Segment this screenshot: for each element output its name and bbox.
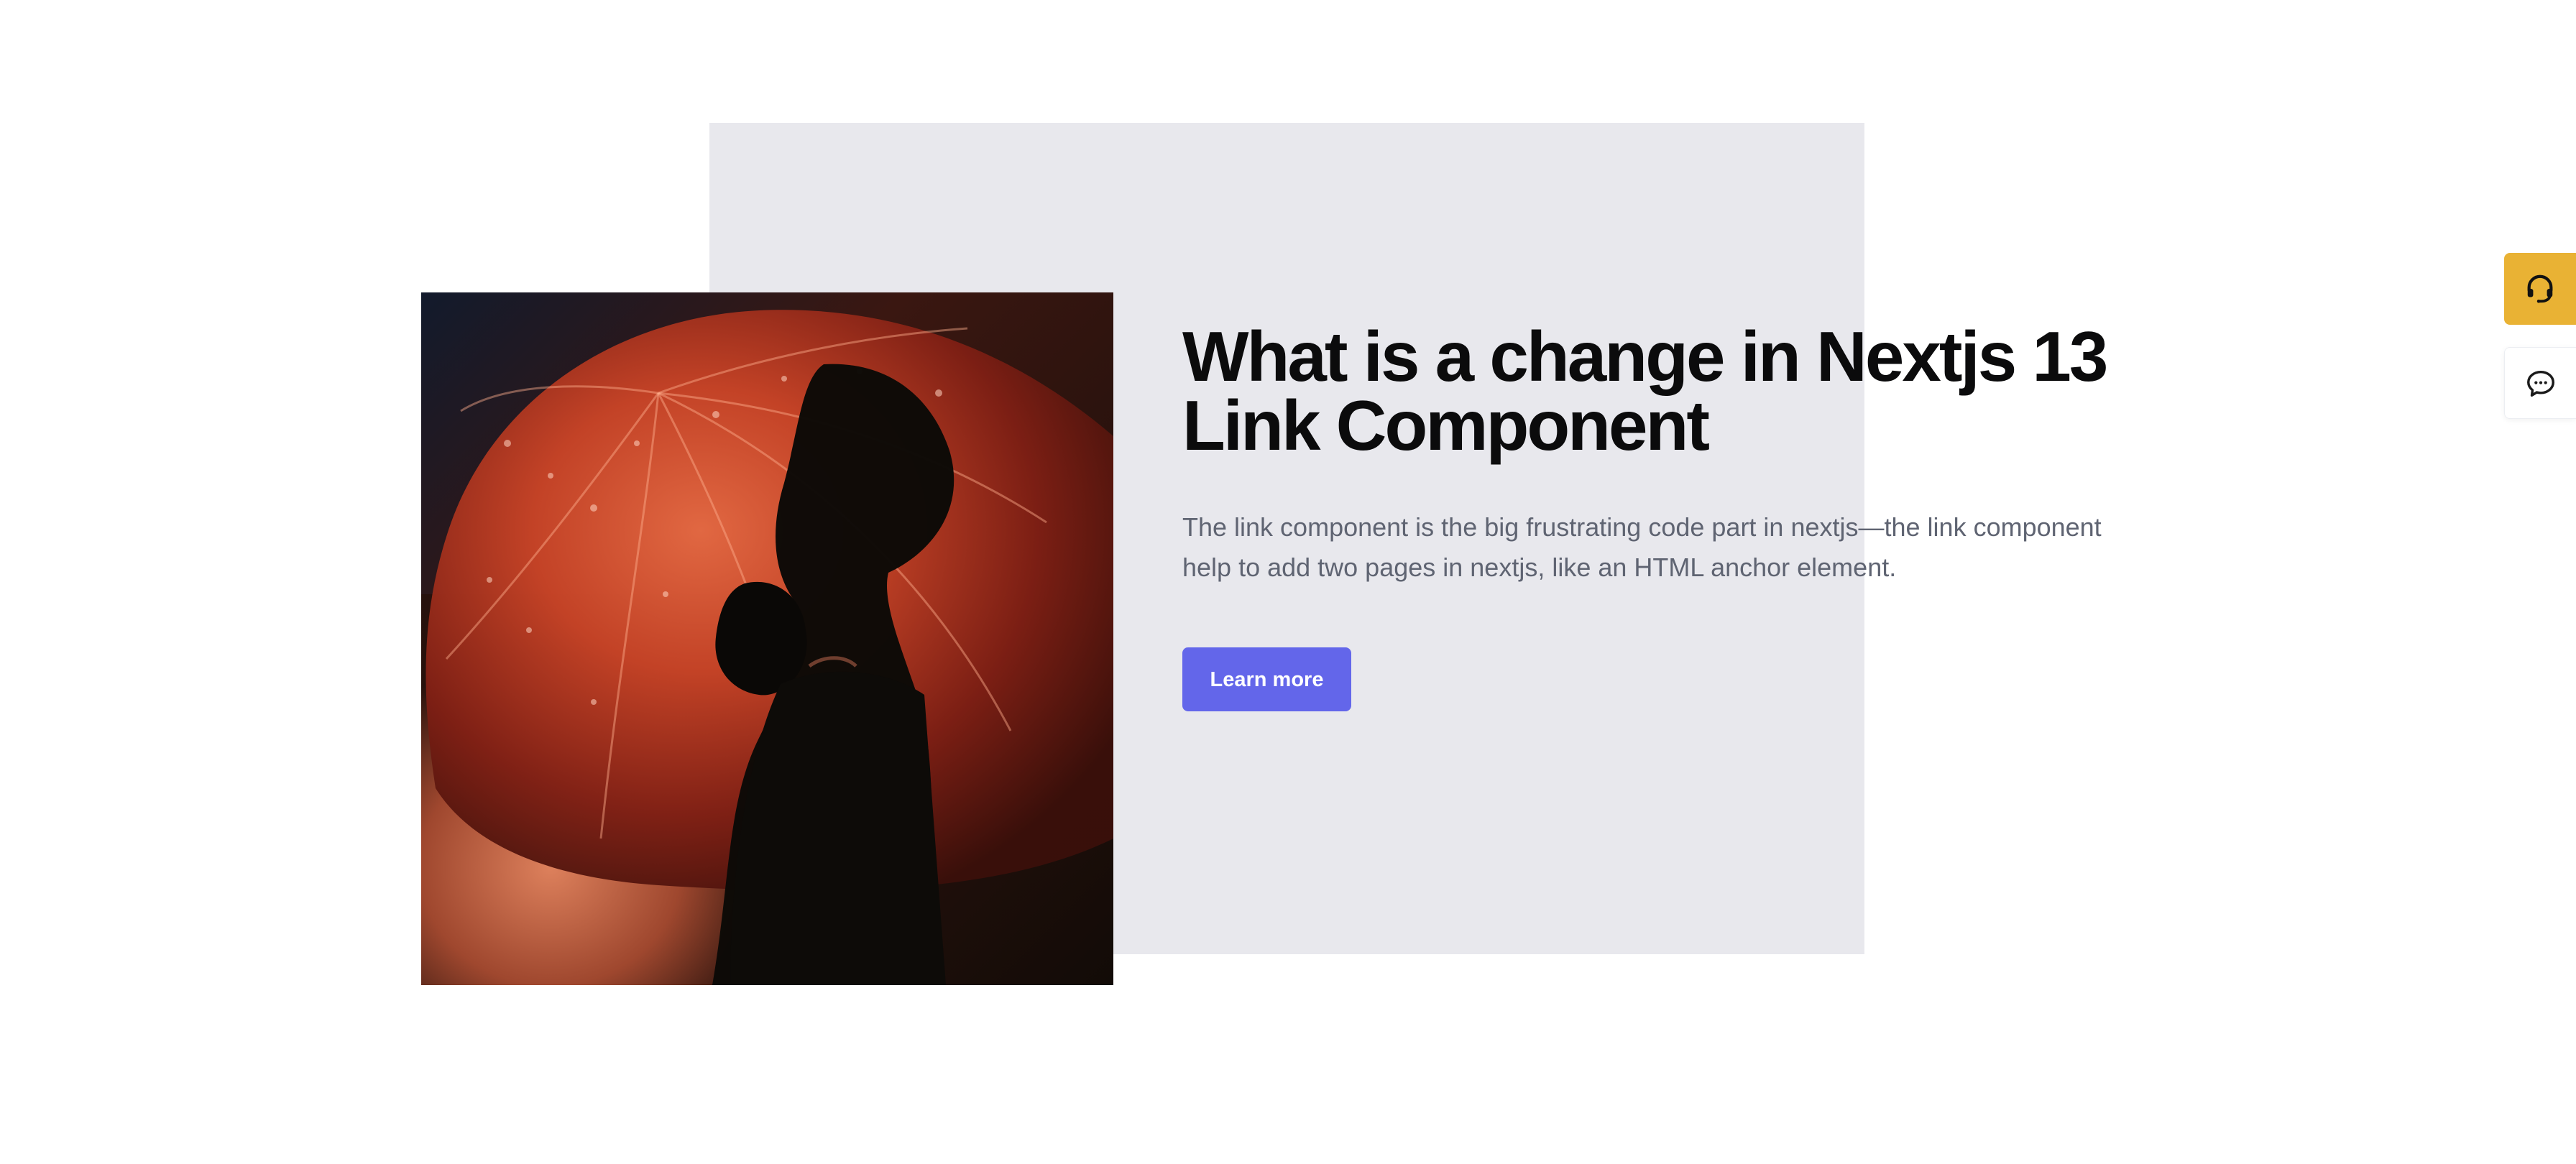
chat-bubble-icon bbox=[2526, 370, 2554, 397]
page-title: What is a change in Nextjs 13 Link Compo… bbox=[1182, 317, 2108, 465]
headset-icon bbox=[2527, 274, 2553, 303]
learn-more-button[interactable]: Learn more bbox=[1182, 647, 1351, 711]
hero-content: What is a change in Nextjs 13 Link Compo… bbox=[1182, 317, 2145, 711]
umbrella-photo-graphic bbox=[421, 292, 1113, 985]
umbrella-photo bbox=[421, 292, 1113, 985]
chat-button[interactable] bbox=[2504, 347, 2576, 419]
hero-description: The link component is the big frustratin… bbox=[1182, 512, 2102, 582]
support-button[interactable] bbox=[2504, 253, 2576, 325]
